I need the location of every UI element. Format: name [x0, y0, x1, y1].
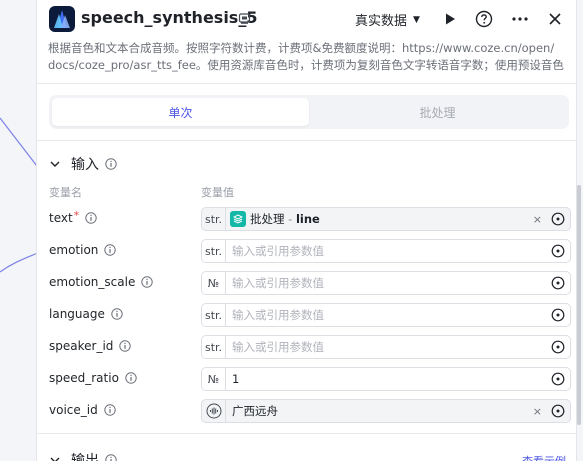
required-mark: * — [73, 208, 80, 222]
divider — [37, 140, 576, 141]
placeholder: 输入或引用参数值 — [232, 244, 324, 258]
description-line: 根据音色和文本合成音频。按照字符数计费，计费项&免费额度说明：https://w… — [48, 41, 555, 55]
variable-reference-icon[interactable] — [551, 404, 565, 418]
param-name: text — [49, 211, 73, 225]
chevron-down-icon[interactable] — [49, 454, 61, 461]
type-tag[interactable]: str. — [202, 240, 226, 262]
run-button[interactable] — [440, 9, 460, 29]
column-header-name: 变量名 — [49, 186, 82, 199]
emotion-scale-value-field[interactable]: № 输入或引用参数值 — [201, 271, 571, 295]
mode-tabs: 单次 批处理 — [49, 95, 569, 129]
voice-type-tag[interactable] — [202, 400, 226, 422]
caret-down-icon: ▼ — [413, 14, 420, 25]
param-row-speed-ratio: speed_ratio № 1 — [37, 367, 576, 393]
text-value-field[interactable]: str. 批处理 - line × — [201, 207, 571, 231]
audio-wave-icon — [206, 403, 221, 419]
param-name: language — [49, 307, 105, 321]
param-row-emotion-scale: emotion_scale № 输入或引用参数值 — [37, 271, 576, 297]
close-icon — [549, 13, 561, 25]
param-name: speed_ratio — [49, 371, 119, 385]
info-icon[interactable] — [105, 454, 117, 461]
variable-reference-icon[interactable] — [551, 276, 565, 290]
column-header-value: 变量值 — [201, 186, 234, 199]
info-icon[interactable] — [141, 276, 154, 288]
type-tag[interactable]: str. — [202, 304, 226, 326]
scrollbar[interactable] — [577, 185, 581, 425]
divider — [37, 433, 576, 434]
type-tag[interactable]: str. — [202, 336, 226, 358]
info-icon[interactable] — [104, 404, 116, 416]
voice-id-value-field[interactable]: 广西远舟 × — [201, 399, 571, 423]
clear-icon[interactable]: × — [533, 213, 542, 226]
placeholder: 输入或引用参数值 — [232, 308, 324, 322]
param-name: emotion — [49, 243, 99, 257]
node-config-panel: speech_synthesis_5 真实数据 ▼ 根据音色和文本合成音频。按照… — [36, 0, 577, 461]
info-icon[interactable] — [85, 212, 97, 224]
divider — [37, 83, 576, 84]
input-section-title: 输入 — [71, 157, 99, 173]
node-description: 根据音色和文本合成音频。按照字符数计费，计费项&免费额度说明：https://w… — [48, 40, 570, 74]
param-name: voice_id — [49, 403, 98, 417]
chevron-down-icon[interactable] — [49, 158, 61, 170]
variable-reference-icon[interactable] — [551, 308, 565, 322]
param-row-voice-id: voice_id 广西远舟 × — [37, 399, 576, 425]
tab-batch[interactable]: 批处理 — [309, 98, 566, 126]
field-value: 1 — [232, 372, 240, 386]
param-row-text: text * str. 批处理 - line × — [37, 207, 576, 233]
workflow-connection-line — [0, 117, 40, 273]
panel-header: speech_synthesis_5 真实数据 ▼ — [37, 0, 576, 38]
type-tag[interactable]: str. — [202, 208, 226, 230]
play-icon — [446, 13, 455, 25]
info-icon[interactable] — [119, 340, 132, 352]
voice-value: 广西远舟 — [232, 404, 278, 418]
reference-chip[interactable]: 批处理 - line — [230, 211, 320, 227]
more-options-button[interactable] — [510, 9, 530, 29]
variable-reference-icon[interactable] — [551, 244, 565, 258]
view-example-link[interactable]: 查看示例 — [522, 453, 566, 461]
param-row-language: language str. 输入或引用参数值 — [37, 303, 576, 329]
reference-separator: - — [284, 212, 296, 226]
type-tag[interactable]: № — [202, 368, 226, 390]
speed-ratio-value-field[interactable]: № 1 — [201, 367, 571, 391]
node-logo-icon — [49, 6, 75, 32]
help-icon — [475, 10, 493, 28]
input-section-header[interactable]: 输入 — [49, 154, 117, 174]
placeholder: 输入或引用参数值 — [232, 340, 324, 354]
output-section-title: 输出 — [71, 453, 99, 461]
type-tag[interactable]: № — [202, 272, 226, 294]
info-icon[interactable] — [105, 158, 117, 170]
reference-source: 批处理 — [250, 212, 285, 226]
placeholder: 输入或引用参数值 — [232, 276, 324, 290]
param-name: emotion_scale — [49, 275, 136, 289]
param-name: speaker_id — [49, 339, 114, 353]
close-button[interactable] — [545, 9, 565, 29]
help-button[interactable] — [474, 9, 494, 29]
speaker-id-value-field[interactable]: str. 输入或引用参数值 — [201, 335, 571, 359]
info-icon[interactable] — [104, 244, 117, 256]
more-icon — [512, 17, 528, 21]
param-row-emotion: emotion str. 输入或引用参数值 — [37, 239, 576, 265]
language-value-field[interactable]: str. 输入或引用参数值 — [201, 303, 571, 327]
variable-reference-icon[interactable] — [551, 372, 565, 386]
edit-title-icon[interactable] — [238, 12, 251, 25]
tab-single[interactable]: 单次 — [52, 98, 309, 126]
node-title[interactable]: speech_synthesis_5 — [81, 8, 257, 27]
output-section-header[interactable]: 输出 — [49, 450, 117, 461]
description-line: docs/coze_pro/asr_tts_fee。使用资源库音色时，计费项为复… — [48, 58, 564, 72]
param-row-speaker-id: speaker_id str. 输入或引用参数值 — [37, 335, 576, 361]
batch-ref-icon — [230, 211, 246, 227]
variable-reference-icon[interactable] — [551, 212, 565, 226]
info-icon[interactable] — [111, 308, 123, 320]
reference-field: line — [295, 212, 320, 226]
emotion-value-field[interactable]: str. 输入或引用参数值 — [201, 239, 571, 263]
info-icon[interactable] — [125, 372, 137, 384]
data-mode-select[interactable]: 真实数据 ▼ — [355, 10, 420, 29]
data-mode-label: 真实数据 — [355, 14, 408, 29]
clear-icon[interactable]: × — [533, 405, 542, 418]
variable-reference-icon[interactable] — [551, 340, 565, 354]
